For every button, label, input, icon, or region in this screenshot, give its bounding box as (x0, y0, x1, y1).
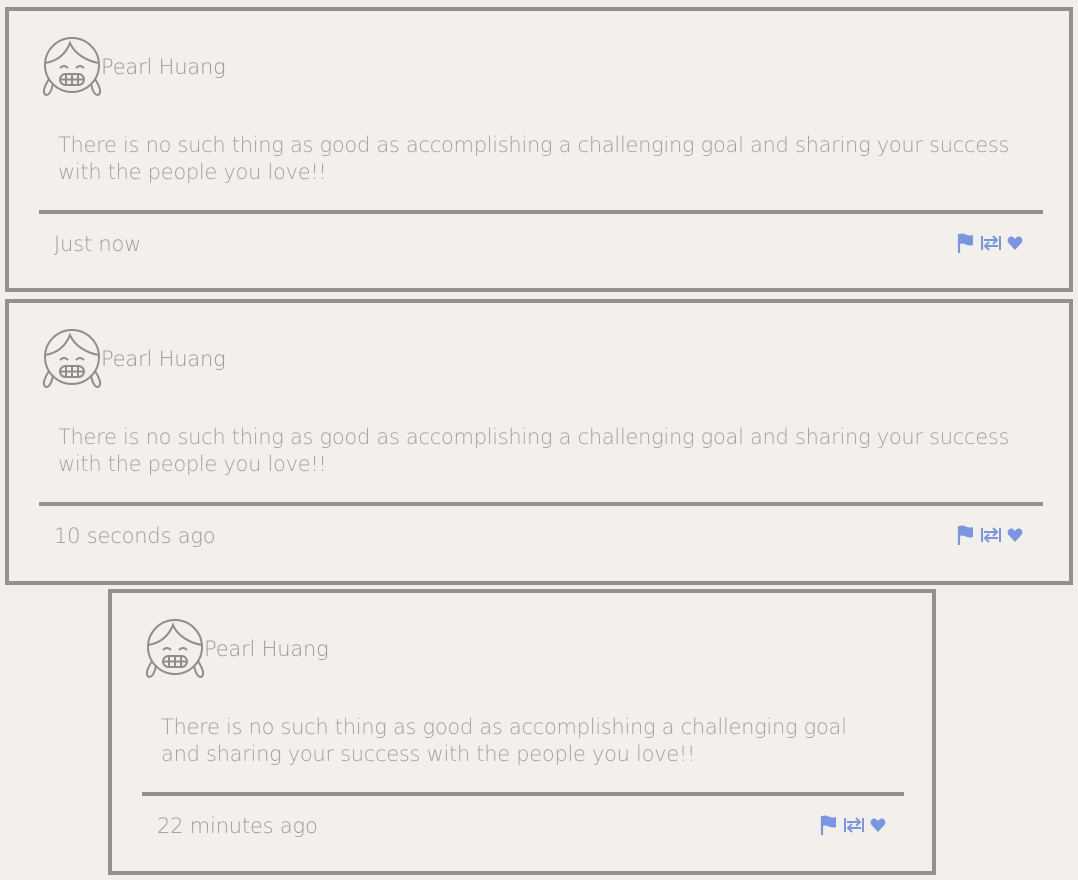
heart-icon[interactable] (870, 817, 886, 833)
post-header: Pearl Huang (40, 327, 226, 391)
post-actions (957, 524, 1023, 546)
divider (142, 792, 904, 796)
divider (39, 502, 1043, 506)
post-timestamp: 22 minutes ago (157, 814, 318, 838)
post-actions (820, 814, 886, 836)
heart-icon[interactable] (1007, 527, 1023, 543)
post-message: There is no such thing as good as accomp… (58, 133, 1010, 184)
flag-icon[interactable] (820, 814, 838, 836)
girl-avatar-icon[interactable] (143, 617, 207, 681)
divider (39, 210, 1043, 214)
post-card: Pearl Huang There is no such thing as go… (5, 7, 1073, 292)
post-actions (957, 232, 1023, 254)
post-timestamp: 10 seconds ago (54, 524, 216, 548)
post-message: There is no such thing as good as accomp… (58, 425, 1010, 476)
author-name[interactable]: Pearl Huang (204, 637, 329, 661)
flag-icon[interactable] (957, 232, 975, 254)
post-header: Pearl Huang (143, 617, 329, 681)
flag-icon[interactable] (957, 524, 975, 546)
retweet-icon[interactable] (980, 233, 1002, 253)
girl-avatar-icon[interactable] (40, 327, 104, 391)
retweet-icon[interactable] (980, 525, 1002, 545)
girl-avatar-icon[interactable] (40, 35, 104, 99)
retweet-icon[interactable] (843, 815, 865, 835)
post-card: Pearl Huang There is no such thing as go… (108, 589, 936, 875)
author-name[interactable]: Pearl Huang (101, 55, 226, 79)
author-name[interactable]: Pearl Huang (101, 347, 226, 371)
post-card: Pearl Huang There is no such thing as go… (5, 299, 1073, 585)
post-header: Pearl Huang (40, 35, 226, 99)
post-timestamp: Just now (54, 232, 142, 256)
post-message: There is no such thing as good as accomp… (161, 715, 847, 766)
heart-icon[interactable] (1007, 235, 1023, 251)
